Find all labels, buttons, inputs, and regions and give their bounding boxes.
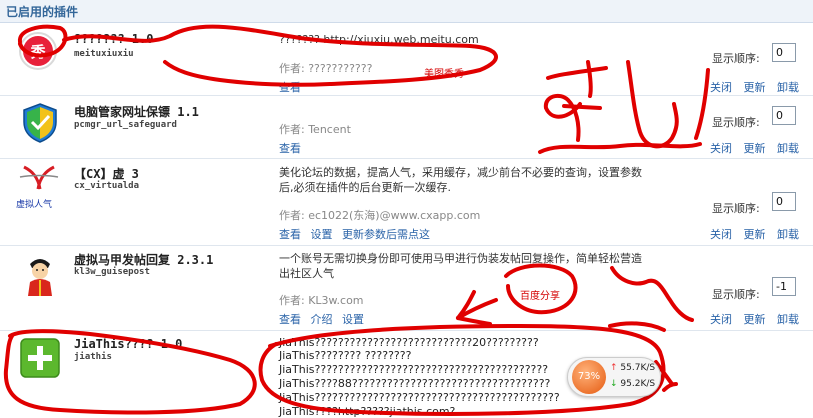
icon-caption: 虚拟人气 xyxy=(16,200,53,210)
order-label: 显示顺序: xyxy=(712,52,760,65)
settings-link[interactable]: 设置 xyxy=(342,313,364,326)
plugin-actions: 关闭 更新 卸载 xyxy=(710,140,807,156)
network-speed-widget[interactable]: 73% ↑ 55.7K/S ↓ 95.2K/S xyxy=(567,357,661,397)
up-arrow-icon: ↑ xyxy=(610,363,618,373)
view-link[interactable]: 查看 xyxy=(279,142,301,155)
view-link[interactable]: 查看 xyxy=(279,313,301,326)
plugin-identifier: cx_virtualda xyxy=(74,181,140,191)
settings-link[interactable]: 设置 xyxy=(311,228,333,241)
plugin-name: 【CX】虚 3 xyxy=(74,167,139,181)
plugin-actions: 关闭 更新 卸载 xyxy=(710,311,807,327)
meitu-xiu-icon: 秀 xyxy=(18,31,58,71)
plugin-row-pcmgr: 电脑管家网址保镖 1.1 pcmgr_url_safeguard 作者: Ten… xyxy=(0,96,813,159)
plugin-identifier: kl3w_guisepost xyxy=(74,267,150,277)
view-link[interactable]: 查看 xyxy=(279,228,301,241)
virtual-popularity-icon: 虚拟人气 xyxy=(16,163,62,210)
uninstall-link[interactable]: 卸载 xyxy=(777,81,799,94)
view-link[interactable]: 查看 xyxy=(279,81,301,94)
refresh-params-link[interactable]: 更新参数后需点这 xyxy=(342,228,430,241)
svg-text:秀: 秀 xyxy=(29,43,46,61)
usage-percent: 73% xyxy=(572,360,606,394)
plugin-description: 一个账号无需切换身份即可使用马甲进行伪装发帖回复操作，简单轻松营造出社区人气 xyxy=(279,252,642,280)
intro-link[interactable]: 介绍 xyxy=(311,313,333,326)
annotation-meitu-label: 美图秀秀 xyxy=(424,69,464,80)
plugin-description-line: JiaThis???????? ???????? xyxy=(279,349,412,362)
section-header: 已启用的插件 xyxy=(0,0,813,23)
plugin-name: JiaThis???? 1.0 xyxy=(74,337,183,351)
order-label: 显示顺序: xyxy=(712,202,760,215)
download-speed: ↓ 95.2K/S xyxy=(610,379,655,389)
upload-speed: ↑ 55.7K/S xyxy=(610,363,655,373)
plugin-actions: 关闭 更新 卸载 xyxy=(710,226,807,242)
plugin-description-line: JiaThis?????????????????????????????????… xyxy=(279,363,549,376)
update-link[interactable]: 更新 xyxy=(744,313,766,326)
plugin-identifier: meituxiuxiu xyxy=(74,49,134,59)
update-link[interactable]: 更新 xyxy=(744,81,766,94)
plugin-row-meituxiuxiu: 秀 ??????? 1.0 meituxiuxiu ??????? http:/… xyxy=(0,23,813,96)
plugin-identifier: pcmgr_url_safeguard xyxy=(74,120,177,130)
disable-link[interactable]: 关闭 xyxy=(710,81,732,94)
plugin-identifier: jiathis xyxy=(74,352,112,362)
order-input[interactable]: 0 xyxy=(772,43,796,62)
down-arrow-icon: ↓ xyxy=(610,379,618,389)
update-link[interactable]: 更新 xyxy=(744,228,766,241)
plugin-row-cx-virtualda: 虚拟人气 【CX】虚 3 cx_virtualda 美化论坛的数据，提高人气，采… xyxy=(0,159,813,246)
shield-icon xyxy=(20,102,60,144)
order-input[interactable]: -1 xyxy=(772,277,796,296)
upload-speed-value: 55.7K/S xyxy=(620,363,656,373)
plugin-actions: 关闭 更新 卸载 xyxy=(710,79,807,95)
plugin-author: 作者: ec1022(东海)@www.cxapp.com xyxy=(279,209,481,222)
plugin-author: 作者: ??????????? xyxy=(279,62,373,75)
disable-link[interactable]: 关闭 xyxy=(710,313,732,326)
plugin-name: 电脑管家网址保镖 1.1 xyxy=(74,105,199,119)
annotation-baidu-label: 百度分享 xyxy=(520,291,560,302)
section-title: 已启用的插件 xyxy=(6,5,79,19)
uninstall-link[interactable]: 卸载 xyxy=(777,228,799,241)
plugin-description: ??????? http://xiuxiu.web.meitu.com xyxy=(279,33,479,46)
disable-link[interactable]: 关闭 xyxy=(710,228,732,241)
disable-link[interactable]: 关闭 xyxy=(710,142,732,155)
plugin-name: 虚拟马甲发帖回复 2.3.1 xyxy=(74,253,214,267)
plugin-links: 查看 介绍 设置 xyxy=(279,311,370,327)
plugin-author: 作者: Tencent xyxy=(279,123,351,136)
update-link[interactable]: 更新 xyxy=(744,142,766,155)
order-input[interactable]: 0 xyxy=(772,192,796,211)
download-speed-value: 95.2K/S xyxy=(620,379,656,389)
plugin-name: ??????? 1.0 xyxy=(74,32,154,46)
plugin-description-line: JiaThis????http?????jiathis.com? xyxy=(279,405,456,418)
order-input[interactable]: 0 xyxy=(772,106,796,125)
plugin-links: 查看 设置 更新参数后需点这 xyxy=(279,226,436,242)
plugin-links: 查看 xyxy=(279,79,307,95)
plugin-description-line: JiaThis???????????????????????????20????… xyxy=(279,336,539,349)
plugin-row-jiathis: JiaThis???? 1.0 jiathis JiaThis?????????… xyxy=(0,331,813,418)
plugin-author: 作者: KL3w.com xyxy=(279,294,364,307)
plugin-links: 查看 xyxy=(279,140,307,156)
uninstall-link[interactable]: 卸载 xyxy=(777,142,799,155)
order-label: 显示顺序: xyxy=(712,116,760,129)
order-label: 显示顺序: xyxy=(712,288,760,301)
plugin-row-kl3w-guisepost: 虚拟马甲发帖回复 2.3.1 kl3w_guisepost 一个账号无需切换身份… xyxy=(0,246,813,331)
uninstall-link[interactable]: 卸载 xyxy=(777,313,799,326)
plugin-description-line: JiaThis?????????????????????????????????… xyxy=(279,391,560,404)
plugin-description: 美化论坛的数据，提高人气，采用缓存，减少前台不必要的查询，设置参数后,必须在插件… xyxy=(279,166,642,194)
character-avatar-icon xyxy=(20,254,60,298)
plugin-description-line: JiaThis????88???????????????????????????… xyxy=(279,377,551,390)
plus-icon xyxy=(20,338,60,378)
